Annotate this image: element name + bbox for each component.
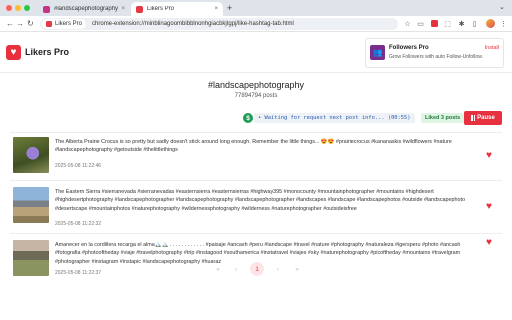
- hashtag-title: #landscapephotography: [207, 80, 305, 90]
- post-item: The Eastern Sierra #sierranevada #sierra…: [10, 187, 502, 235]
- post-count: 77894794 posts: [234, 93, 278, 99]
- post-caption: The Eastern Sierra #sierranevada #sierra…: [55, 189, 466, 212]
- dollar-icon: $: [243, 113, 253, 123]
- site-chip-label: Likers Pro: [55, 21, 83, 27]
- followers-pro-promo[interactable]: 👥 Followers Pro Grow Followers with auto…: [365, 38, 504, 68]
- browser-tab-instagram[interactable]: #landscapephotography • Ins ×: [38, 2, 130, 16]
- prev-page-button[interactable]: ‹: [229, 262, 243, 276]
- puzzle-extensions-icon[interactable]: ✱: [457, 19, 466, 28]
- page-1-button[interactable]: 1: [250, 262, 264, 276]
- reload-icon[interactable]: ↻: [27, 19, 34, 28]
- tab-title: Likers Pro: [147, 6, 175, 12]
- post-date: 2025-05-08 11:22:32: [55, 221, 102, 227]
- site-chip[interactable]: Likers Pro: [42, 19, 87, 29]
- post-thumbnail[interactable]: [13, 137, 49, 173]
- waiting-status: • Waiting for request next post info... …: [254, 113, 415, 123]
- heart-logo-icon: ♥: [6, 45, 21, 60]
- divider: [10, 180, 502, 181]
- pagination: « ‹ 1 › »: [0, 262, 512, 276]
- window-controls: [6, 5, 30, 11]
- followers-icon: 👥: [370, 45, 385, 60]
- divider: [10, 132, 502, 133]
- forward-arrow-icon[interactable]: →: [16, 19, 24, 28]
- tab-close-icon[interactable]: ×: [214, 6, 218, 12]
- close-window-button[interactable]: [6, 5, 12, 11]
- likers-pro-favicon-icon: [136, 5, 143, 13]
- liked-count-badge: Liked 3 posts: [421, 113, 465, 123]
- tab-close-icon[interactable]: ×: [121, 6, 125, 12]
- browser-tab-likers-pro[interactable]: Likers Pro ×: [131, 2, 223, 16]
- install-link[interactable]: Install: [485, 45, 499, 51]
- pause-label: Pause: [477, 115, 495, 121]
- profile-avatar[interactable]: [486, 19, 495, 28]
- promo-description: Grow Followers with auto Follow-Unfollow…: [389, 54, 483, 60]
- pause-button[interactable]: Pause: [464, 111, 502, 125]
- first-page-button[interactable]: «: [211, 262, 225, 276]
- browser-tab-strip: #landscapephotography • Ins × Likers Pro…: [0, 0, 512, 16]
- promo-title: Followers Pro: [389, 45, 429, 51]
- liked-heart-icon[interactable]: ♥: [486, 150, 492, 161]
- bookmark-star-icon[interactable]: ☆: [403, 19, 412, 28]
- brand-name: Likers Pro: [25, 47, 70, 57]
- cast-icon[interactable]: ▭: [416, 19, 425, 28]
- zoom-window-button[interactable]: [24, 5, 30, 11]
- browser-toolbar: ← → ↻ Likers Pro chrome-extension://minb…: [0, 16, 512, 32]
- likers-pro-extension-icon[interactable]: [430, 19, 439, 28]
- sidebar-icon[interactable]: ▯: [470, 19, 479, 28]
- extension-icon[interactable]: ⬚: [443, 19, 452, 28]
- last-page-button[interactable]: »: [290, 262, 304, 276]
- back-arrow-icon[interactable]: ←: [6, 19, 14, 28]
- post-item: The Alberta Prairie Crocus is so pretty …: [10, 137, 502, 185]
- new-tab-button[interactable]: +: [227, 3, 232, 13]
- tab-search-icon[interactable]: ⌄: [499, 3, 505, 11]
- post-date: 2025-05-08 11:22:46: [55, 163, 102, 169]
- pause-icon: [471, 115, 476, 121]
- tab-title: #landscapephotography • Ins: [54, 6, 119, 12]
- next-page-button[interactable]: ›: [271, 262, 285, 276]
- minimize-window-button[interactable]: [15, 5, 21, 11]
- browser-menu-icon[interactable]: ⋮: [499, 19, 508, 28]
- address-bar[interactable]: Likers Pro chrome-extension://minblinago…: [40, 18, 398, 30]
- instagram-favicon-icon: [43, 5, 50, 13]
- liked-heart-icon[interactable]: ♥: [486, 201, 492, 212]
- url-text[interactable]: chrome-extension://minblinagoombibblnonh…: [92, 21, 294, 27]
- divider: [10, 233, 502, 234]
- post-caption: The Alberta Prairie Crocus is so pretty …: [55, 139, 452, 154]
- extension-favicon-icon: [46, 21, 52, 27]
- app-header: ♥ Likers Pro 👥 Followers Pro Grow Follow…: [0, 33, 512, 73]
- liked-heart-icon[interactable]: ♥: [486, 237, 492, 248]
- post-thumbnail[interactable]: [13, 187, 49, 223]
